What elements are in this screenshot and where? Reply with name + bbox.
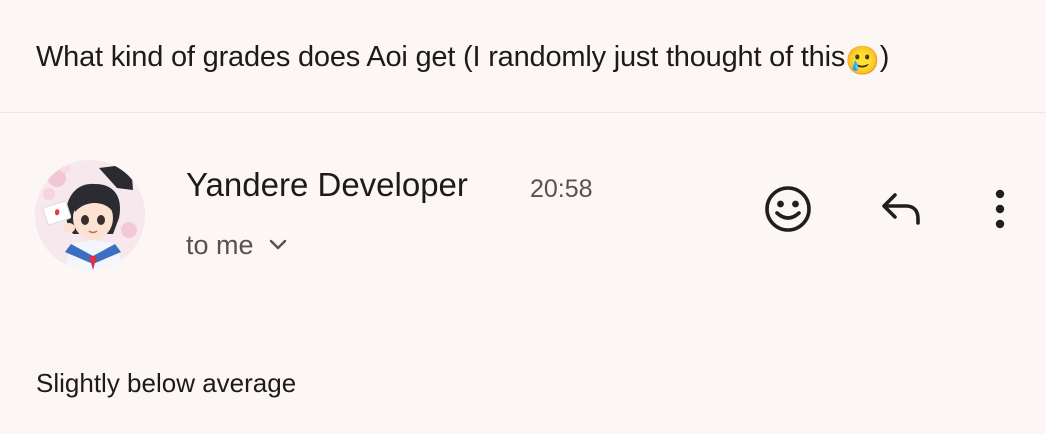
avatar-illustration <box>35 160 145 270</box>
add-reaction-button[interactable] <box>760 181 816 237</box>
reply-icon <box>882 193 920 225</box>
more-options-button[interactable] <box>972 181 1028 237</box>
message-body: Slightly below average <box>36 368 297 398</box>
recipient-label: to me <box>186 230 254 260</box>
email-thread-view: What kind of grades does Aoi get (I rand… <box>0 0 1046 434</box>
more-vert-icon <box>995 189 1005 229</box>
sender-avatar[interactable] <box>35 160 145 270</box>
recipients-toggle[interactable]: to me <box>186 228 288 262</box>
message-divider <box>0 112 1046 113</box>
add-reaction-icon <box>765 186 811 232</box>
previous-message-body: What kind of grades does Aoi get (I rand… <box>36 38 889 80</box>
message-timestamp: 20:58 <box>530 175 593 203</box>
sender-name[interactable]: Yandere Developer <box>186 165 468 205</box>
previous-message-closing: ) <box>879 41 890 73</box>
previous-message-text: What kind of grades does Aoi get (I rand… <box>36 41 846 73</box>
reply-button[interactable] <box>872 181 928 237</box>
chevron-down-icon <box>269 239 286 250</box>
smiling-tear-emoji: 🥲 <box>845 44 880 77</box>
